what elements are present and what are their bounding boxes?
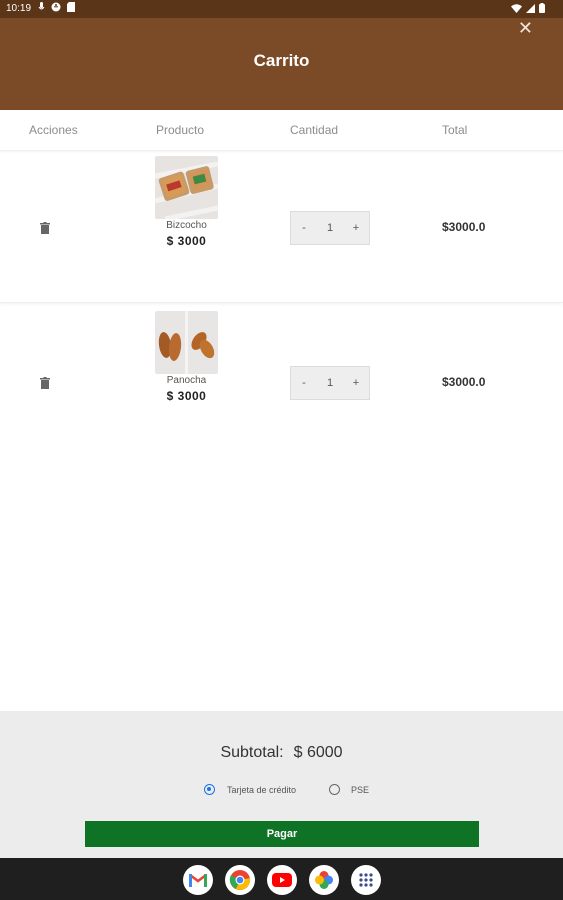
close-icon[interactable]: ✕ (518, 18, 533, 39)
decrement-button[interactable]: - (294, 377, 314, 389)
product-name: Panocha (166, 375, 207, 386)
subtotal-label: Subtotal: (220, 744, 284, 761)
pay-button[interactable]: Pagar (85, 821, 479, 847)
column-header-actions: Acciones (29, 123, 78, 137)
page-title: Carrito (253, 51, 310, 70)
radio-credit-card[interactable] (204, 784, 215, 795)
product-name: Bizcocho (166, 220, 207, 231)
quantity-value: 1 (326, 222, 334, 234)
product-image (155, 156, 218, 219)
product-price: $ 3000 (166, 234, 207, 248)
table-header: Acciones Producto Cantidad Total (0, 110, 563, 151)
wifi-icon (511, 3, 522, 13)
quantity-stepper: - 1 + (290, 366, 370, 400)
status-bar: 10:19 (0, 0, 563, 18)
subtotal-value: $ 6000 (293, 744, 343, 761)
option-label-pse: PSE (351, 785, 370, 795)
product-image (155, 311, 218, 374)
battery-icon (539, 3, 545, 13)
mic-icon (38, 2, 45, 10)
radio-pse[interactable] (329, 784, 340, 795)
item-total: $3000.0 (442, 375, 486, 389)
cart-item-row: Panocha $ 3000 - 1 + $3000.0 (0, 307, 563, 457)
decrement-button[interactable]: - (294, 222, 314, 234)
gmail-icon[interactable] (183, 865, 213, 895)
trash-icon[interactable] (40, 377, 50, 389)
app-drawer-icon[interactable] (351, 865, 381, 895)
app-dock (0, 858, 563, 900)
youtube-icon[interactable] (267, 865, 297, 895)
status-time: 10:19 (6, 3, 32, 14)
signal-icon (526, 3, 535, 13)
option-label-credit-card: Tarjeta de crédito (227, 785, 297, 795)
subtotal: Subtotal: $ 6000 (0, 744, 563, 762)
payment-options: Tarjeta de crédito PSE (0, 781, 563, 801)
accessibility-icon (51, 2, 61, 12)
checkout-panel: Subtotal: $ 6000 Tarjeta de crédito PSE P… (0, 711, 563, 858)
column-header-total: Total (442, 123, 468, 137)
quantity-value: 1 (326, 377, 334, 389)
increment-button[interactable]: + (346, 377, 366, 389)
item-total: $3000.0 (442, 220, 486, 234)
cart-item-row: Bizcocho $ 3000 - 1 + $3000.0 (0, 152, 563, 303)
quantity-stepper: - 1 + (290, 211, 370, 245)
app-header: Carrito ✕ (0, 18, 563, 110)
product-price: $ 3000 (166, 389, 207, 403)
photos-icon[interactable] (309, 865, 339, 895)
column-header-product: Producto (156, 123, 205, 137)
trash-icon[interactable] (40, 222, 50, 234)
increment-button[interactable]: + (346, 222, 366, 234)
chrome-icon[interactable] (225, 865, 255, 895)
column-header-quantity: Cantidad (290, 123, 339, 137)
sd-card-icon (67, 2, 75, 12)
